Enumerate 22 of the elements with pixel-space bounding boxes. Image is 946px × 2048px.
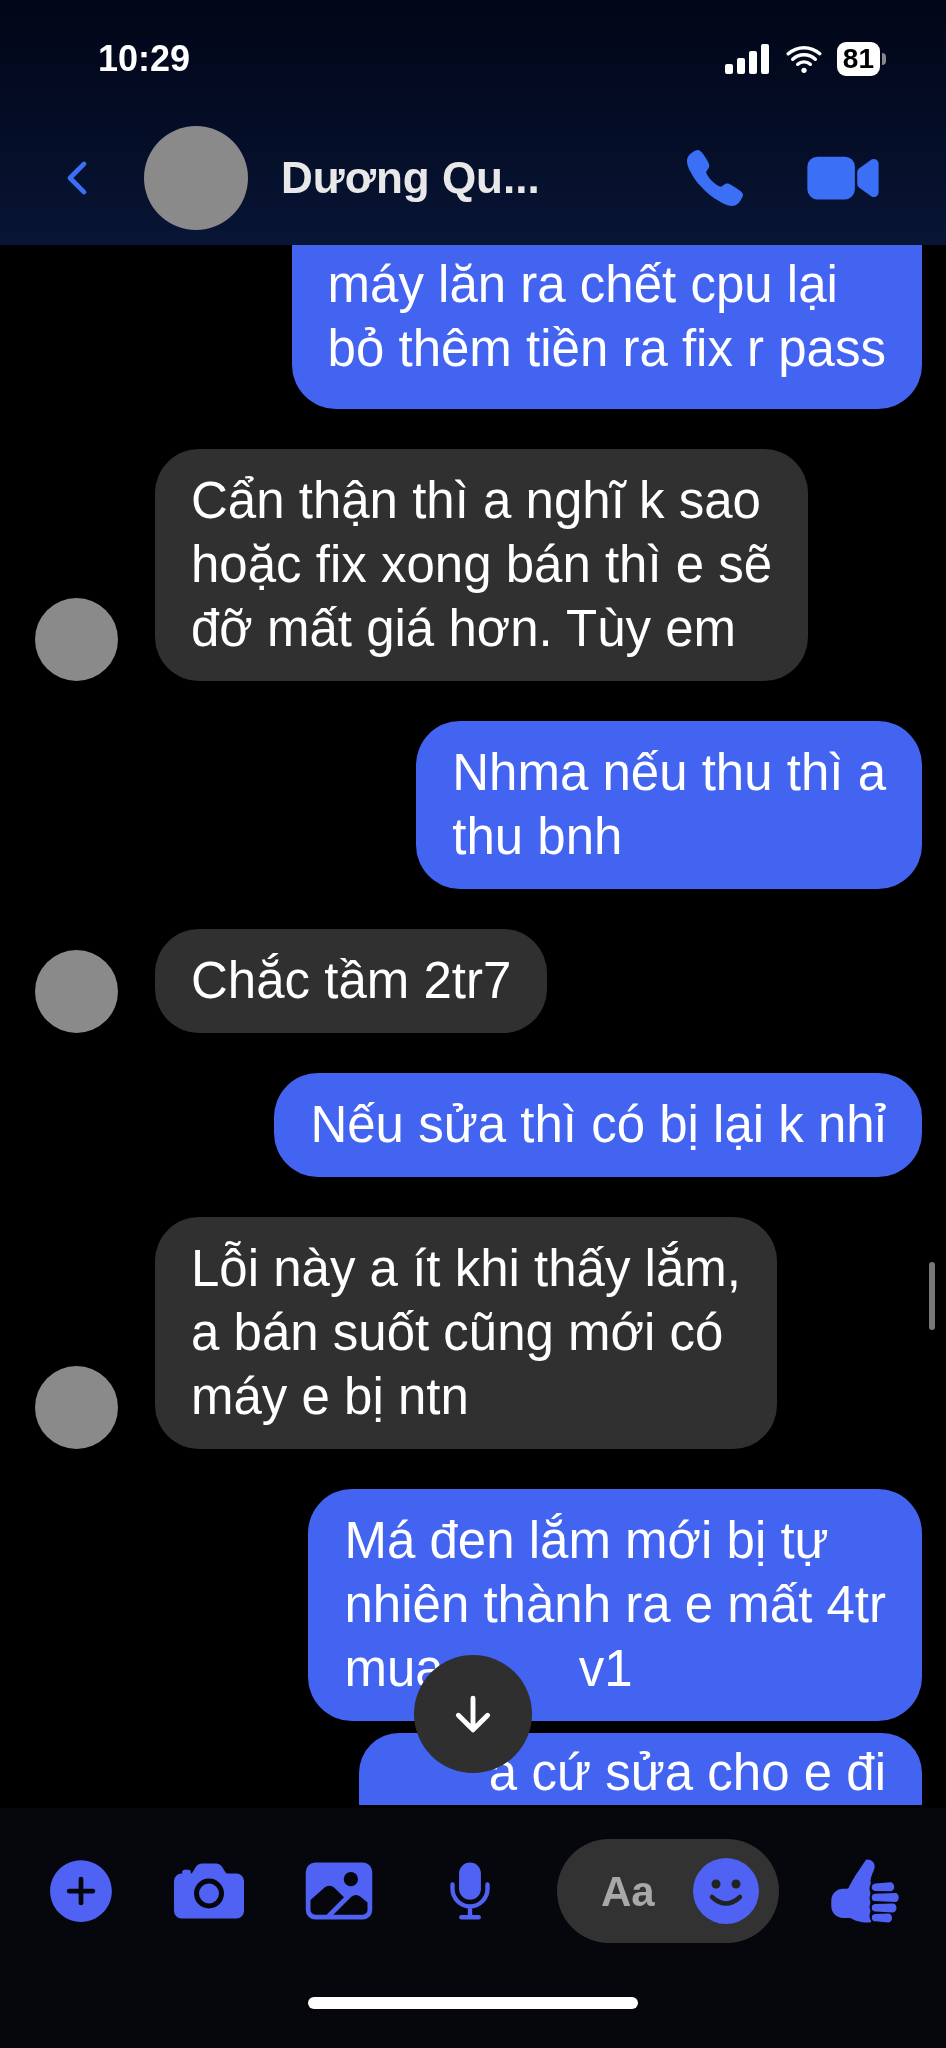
message-line: Má đen lắm mới bị tự <box>344 1511 830 1571</box>
message-line: máy e bị ntn <box>191 1367 470 1427</box>
message-line: nhiên thành ra e mất 4tr <box>344 1575 886 1635</box>
message-line: bỏ thêm tiền ra fix r pass <box>327 319 886 379</box>
emoji-icon[interactable] <box>693 1858 759 1924</box>
message-line: thu bnh <box>452 807 624 867</box>
message-line: máy lăn ra chết cpu lại <box>327 255 839 315</box>
scroll-indicator <box>929 1262 935 1330</box>
message-line: Nhma nếu thu thì a <box>452 743 886 803</box>
contact-name[interactable]: Dương Qu... <box>281 144 540 211</box>
message-line: v1 <box>578 1639 633 1699</box>
status-time: 10:29 <box>98 37 191 81</box>
input-placeholder: Aa <box>601 1866 655 1917</box>
message-line: Chắc tầm 2tr7 <box>191 951 512 1011</box>
message-line: Lỗi này a ít khi thấy lắm, <box>191 1239 741 1299</box>
message-line: đỡ mất giá hơn. Tùy em <box>191 599 737 659</box>
message-line: Nếu sửa thì có bị lại k nhỉ <box>310 1095 886 1155</box>
message-line: a bán suốt cũng mới có <box>191 1303 725 1363</box>
message-line: Cẩn thận thì a nghĩ k sao <box>191 471 762 531</box>
message-line: hoặc fix xong bán thì e sẽ <box>191 535 773 595</box>
message-input[interactable]: Aa <box>557 1839 779 1943</box>
signal-icon <box>724 44 771 74</box>
